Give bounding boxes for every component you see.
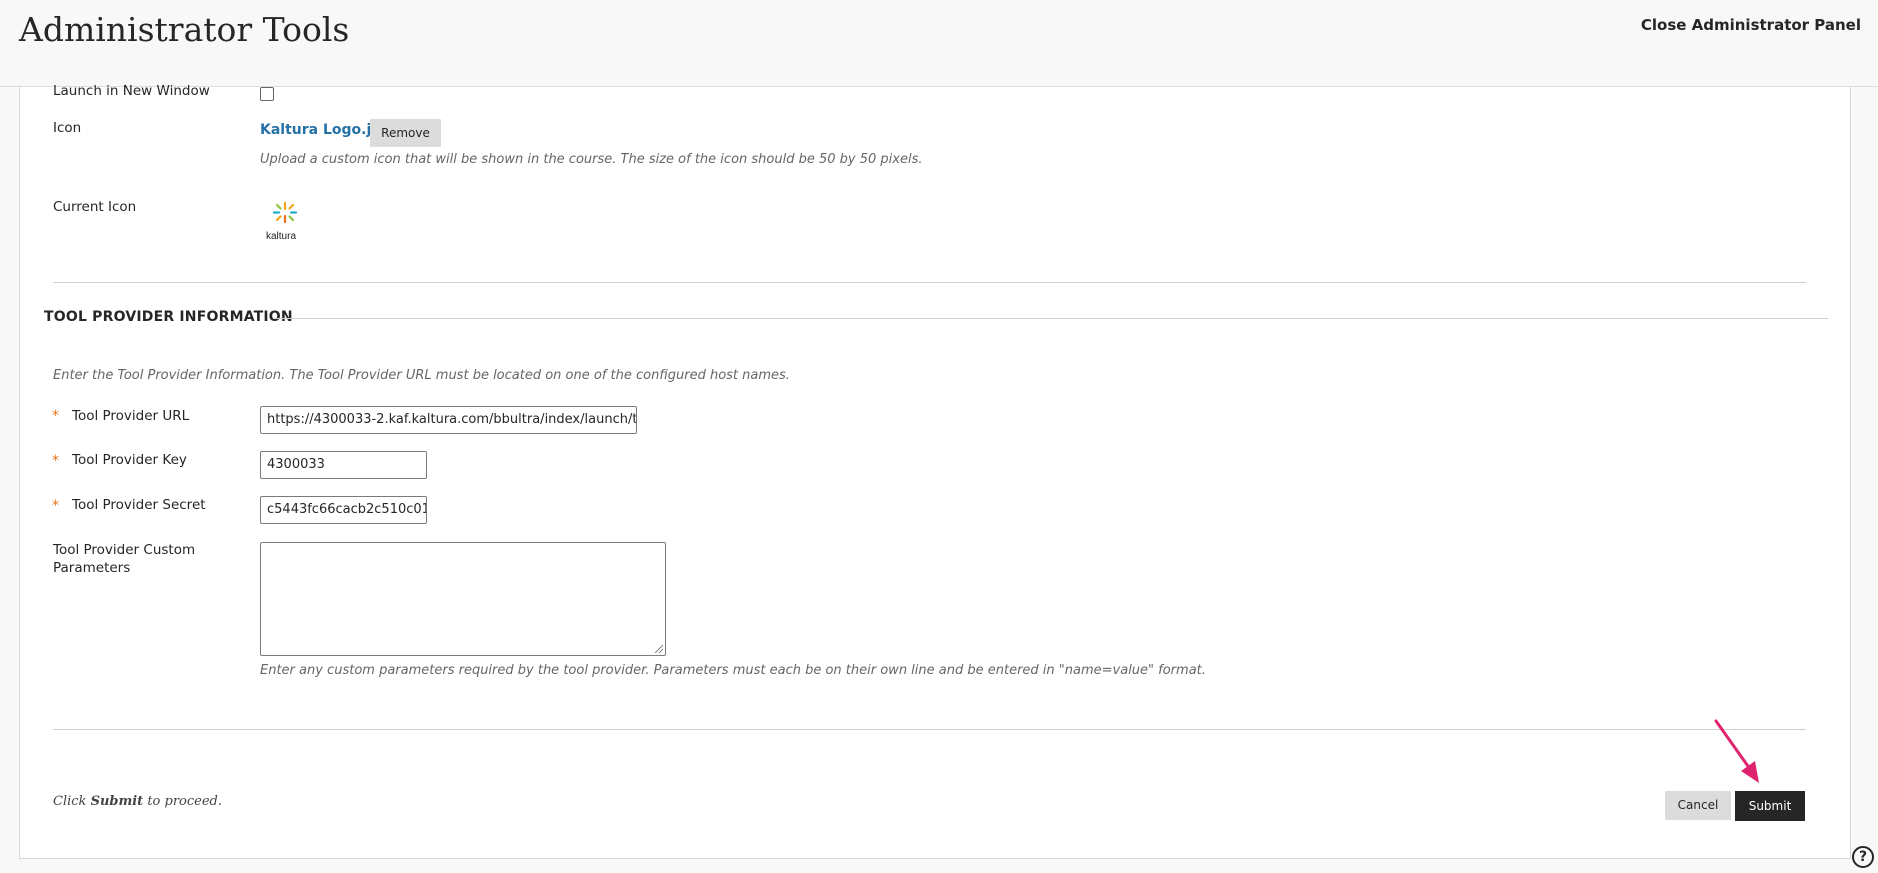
tool-provider-key-label: Tool Provider Key (72, 452, 187, 468)
submit-instruction-prefix: Click (53, 794, 91, 809)
form-panel: Launch in New Window Icon Kaltura Logo.j… (19, 83, 1851, 859)
tool-provider-custom-parameters-textarea[interactable] (260, 542, 666, 656)
custom-parameters-help-text: Enter any custom parameters required by … (260, 663, 1206, 678)
icon-help-text: Upload a custom icon that will be shown … (260, 152, 923, 167)
current-icon-label: Current Icon (53, 199, 137, 215)
required-star-icon: * (52, 408, 59, 424)
tool-provider-custom-parameters-label: Tool Provider Custom Parameters (53, 542, 196, 576)
launch-new-window-checkbox[interactable] (260, 87, 274, 101)
submit-instruction-suffix: to proceed. (143, 794, 223, 809)
remove-icon-button[interactable]: Remove (370, 119, 441, 147)
close-administrator-panel-button[interactable]: Close Administrator Panel (1641, 16, 1861, 34)
submit-instruction: Click Submit to proceed. (53, 794, 222, 809)
divider (53, 729, 1806, 730)
section-divider (273, 318, 1828, 319)
kaltura-logo-text: kaltura (266, 231, 297, 242)
required-star-icon: * (52, 498, 59, 514)
section-title-tool-provider: TOOL PROVIDER INFORMATION (44, 309, 293, 325)
resize-grip-icon[interactable] (655, 645, 663, 653)
tool-provider-intro: Enter the Tool Provider Information. The… (53, 368, 790, 383)
divider (53, 282, 1806, 283)
tool-provider-url-input[interactable]: https://4300033-2.kaf.kaltura.com/bbultr… (260, 406, 637, 434)
icon-label: Icon (53, 120, 82, 136)
annotation-arrow-icon (1714, 719, 1759, 783)
question-circle-icon[interactable]: ? (1852, 846, 1874, 868)
page-header: Administrator Tools Close Administrator … (0, 0, 1878, 87)
tool-provider-secret-input[interactable]: c5443fc66cacb2c510c0118 (260, 496, 427, 524)
tool-provider-key-input[interactable]: 4300033 (260, 451, 427, 479)
page-title: Administrator Tools (19, 10, 350, 49)
launch-new-window-label: Launch in New Window (53, 83, 210, 99)
required-star-icon: * (52, 453, 59, 469)
submit-instruction-bold: Submit (90, 794, 144, 809)
tool-provider-url-label: Tool Provider URL (72, 408, 190, 424)
tool-provider-secret-label: Tool Provider Secret (72, 497, 206, 513)
